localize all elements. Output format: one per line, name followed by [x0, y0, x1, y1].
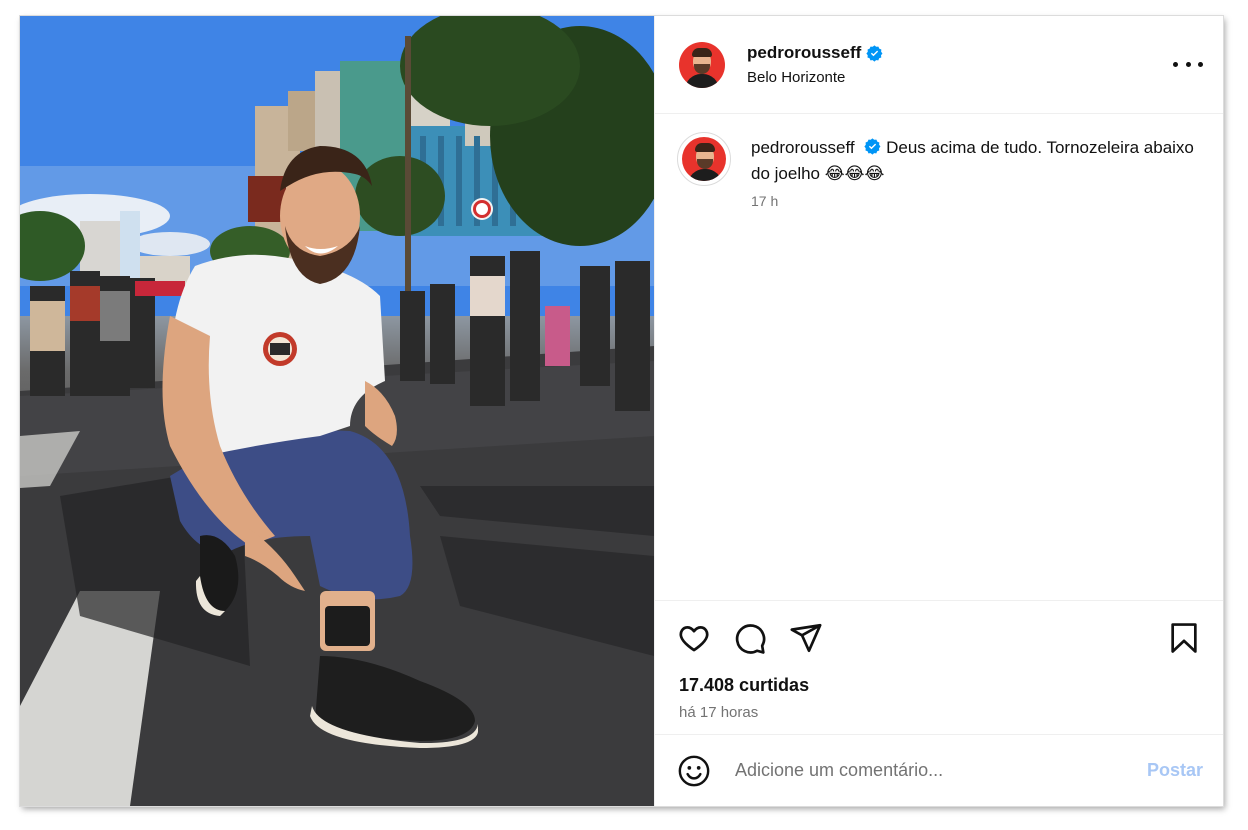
photo-illustration — [20, 16, 654, 806]
post-caption: pedrorousseff Deus acima de tudo. Tornoz… — [677, 132, 1199, 209]
comment-icon[interactable] — [733, 621, 767, 655]
post-actions — [655, 601, 1223, 675]
caption-username[interactable]: pedrorousseff — [751, 138, 855, 157]
instagram-post-frame: pedrorousseff Belo Horizonte pedrorousse… — [20, 16, 1223, 806]
verified-badge-icon — [864, 138, 881, 155]
profile-avatar[interactable] — [679, 41, 725, 88]
username-row: pedrorousseff — [747, 43, 1173, 63]
caption-avatar-ring[interactable] — [677, 132, 731, 186]
caption-avatar — [682, 137, 726, 181]
smiley-icon[interactable] — [677, 754, 711, 788]
heart-icon[interactable] — [677, 621, 711, 655]
post-header: pedrorousseff Belo Horizonte — [655, 16, 1223, 114]
bookmark-icon[interactable] — [1167, 621, 1201, 655]
caption-body: pedrorousseff Deus acima de tudo. Tornoz… — [751, 135, 1199, 187]
posted-time[interactable]: há 17 horas — [655, 696, 1223, 734]
header-username[interactable]: pedrorousseff — [747, 43, 861, 63]
caption-time[interactable]: 17 h — [751, 193, 1199, 209]
post-side-panel: pedrorousseff Belo Horizonte pedrorousse… — [654, 16, 1223, 806]
likes-count[interactable]: 17.408 curtidas — [655, 675, 1223, 696]
more-horizontal-icon[interactable] — [1173, 55, 1203, 75]
add-comment-bar: Postar — [655, 734, 1223, 806]
paper-plane-icon[interactable] — [789, 621, 823, 655]
post-location[interactable]: Belo Horizonte — [747, 69, 1173, 86]
post-comment-button[interactable]: Postar — [1147, 760, 1203, 781]
header-text: pedrorousseff Belo Horizonte — [747, 43, 1173, 86]
comments-section: pedrorousseff Deus acima de tudo. Tornoz… — [655, 114, 1223, 601]
comment-input[interactable] — [733, 759, 1147, 782]
post-photo[interactable] — [20, 16, 654, 806]
caption-content: pedrorousseff Deus acima de tudo. Tornoz… — [731, 132, 1199, 209]
verified-badge-icon — [866, 44, 883, 62]
